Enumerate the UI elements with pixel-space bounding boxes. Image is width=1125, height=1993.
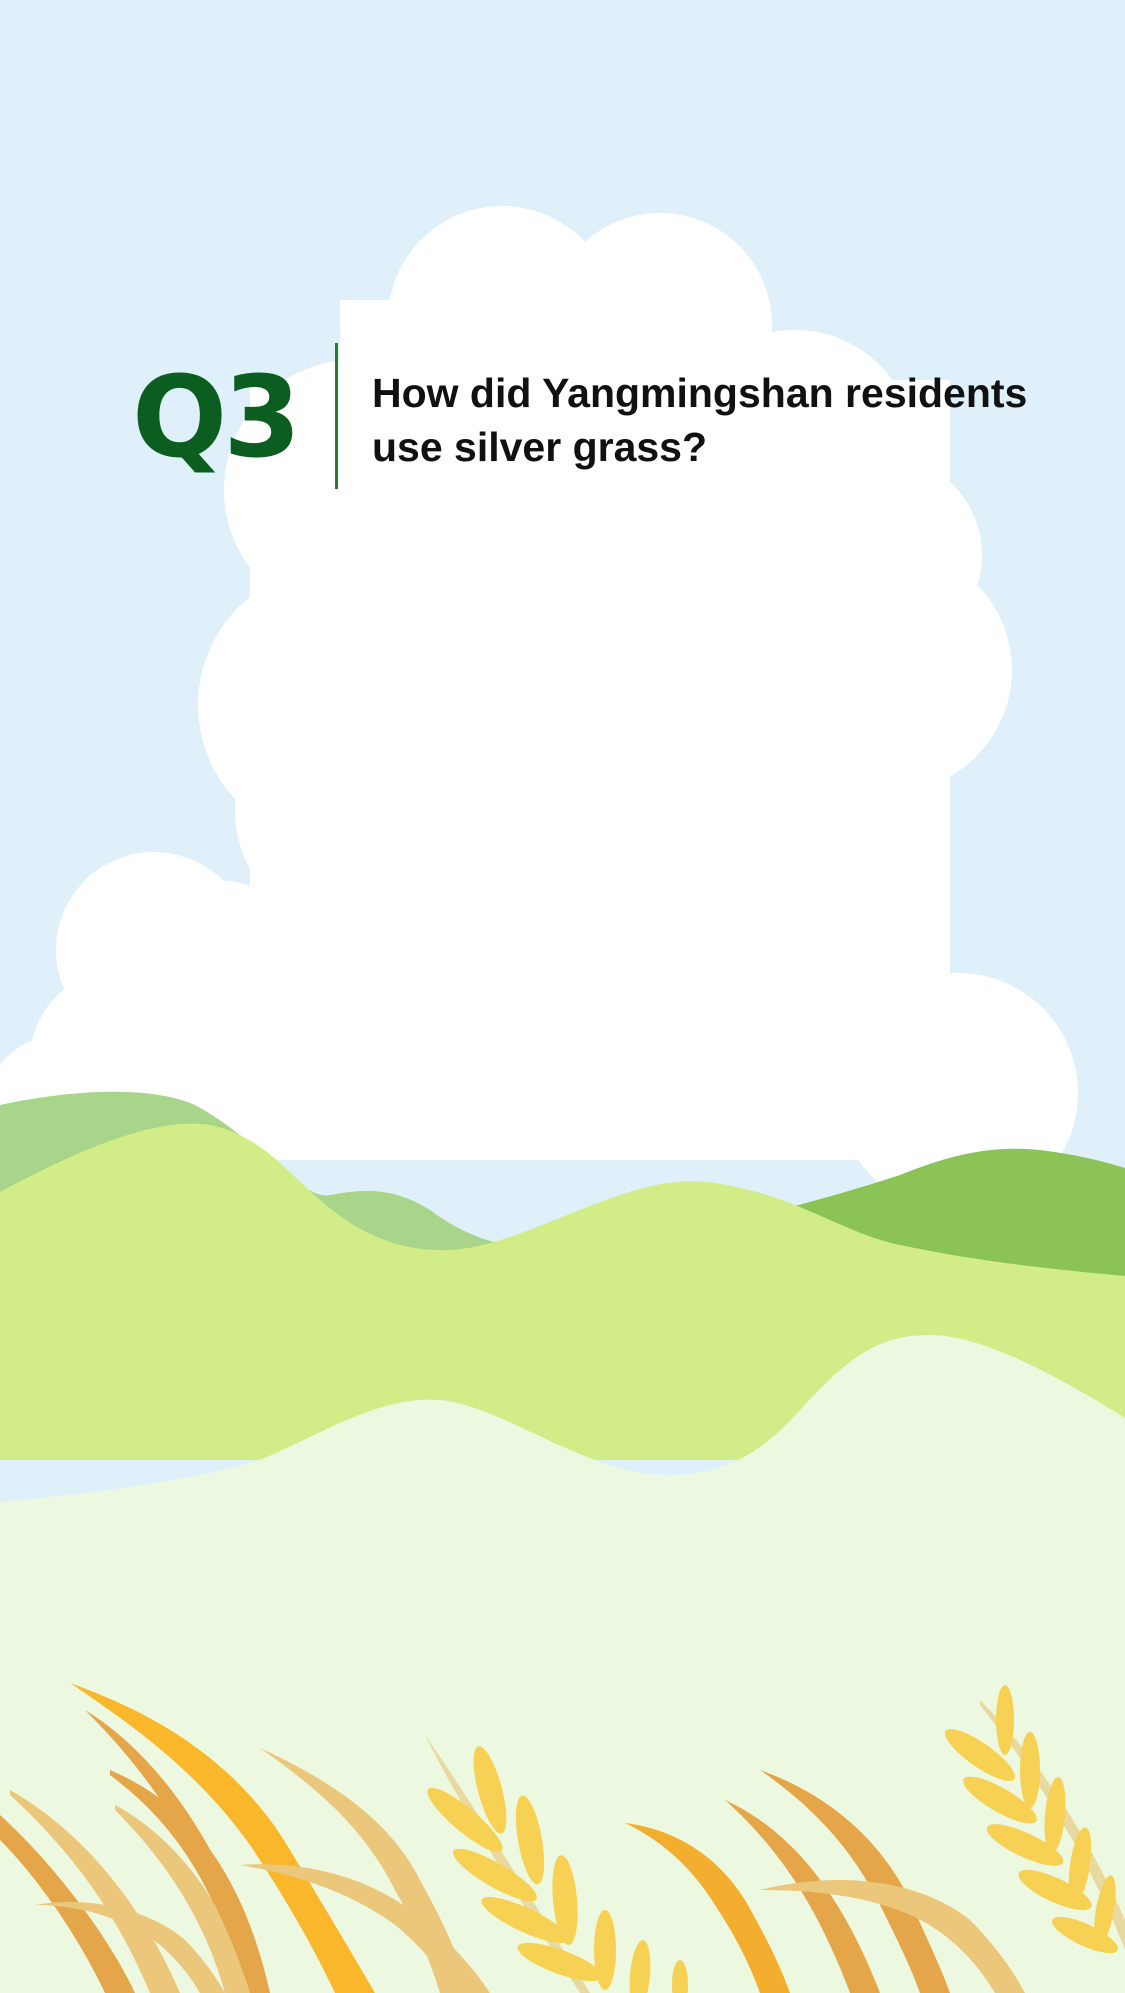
question-number: Q3: [132, 353, 301, 483]
background-illustration: [0, 0, 1125, 1993]
question-text: How did Yangmingshan residents use silve…: [372, 370, 1028, 470]
divider-line: [335, 343, 338, 489]
question-header: Q3 How did Yangmingshan residents use si…: [132, 343, 1032, 493]
